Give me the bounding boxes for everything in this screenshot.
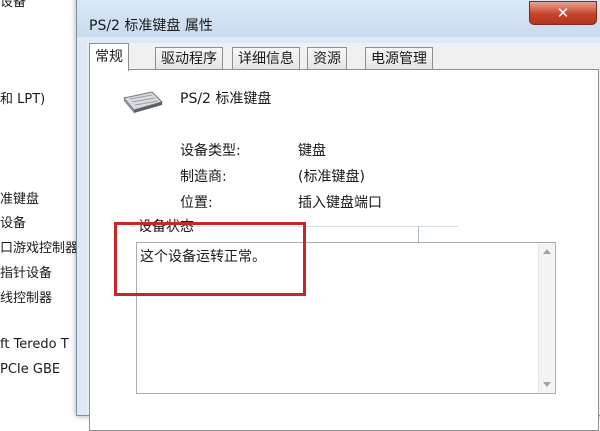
device-status-textbox[interactable]: 这个设备运转正常。 (136, 242, 556, 394)
location-value: 插入键盘端口 (298, 195, 382, 211)
general-tab-panel: PS/2 标准键盘 设备类型: 键盘 制造商: (标准键盘) 位置: 插入键盘端… (89, 69, 599, 431)
keyboard-icon (123, 91, 163, 113)
close-icon: ✕ (556, 4, 570, 22)
list-item[interactable]: 指针设备 (0, 262, 52, 281)
close-button[interactable]: ✕ (529, 1, 597, 25)
device-type-label: 设备类型: (180, 143, 241, 159)
tab-power-management[interactable]: 电源管理 (365, 47, 433, 70)
list-item[interactable]: 准键盘 (0, 188, 39, 207)
manufacturer-label: 制造商: (180, 169, 227, 185)
tab-label: 驱动程序 (161, 51, 217, 67)
list-item[interactable]: 线控制器 (0, 287, 52, 306)
tab-label: 常规 (95, 49, 123, 65)
title-bar[interactable]: PS/2 标准键盘 属性 ✕ (77, 0, 600, 37)
tab-label: 电源管理 (371, 51, 427, 67)
dialog-title: PS/2 标准键盘 属性 (89, 18, 213, 34)
location-label: 位置: (180, 195, 213, 211)
scroll-up-icon[interactable] (543, 249, 551, 254)
list-item[interactable]: ft Teredo T (0, 337, 69, 352)
vertical-scrollbar[interactable] (538, 243, 555, 393)
list-item[interactable]: 口游戏控制器 (0, 237, 78, 256)
scroll-down-icon[interactable] (543, 382, 551, 387)
device-type-value: 键盘 (298, 143, 326, 159)
list-item[interactable]: 设备 (0, 0, 26, 10)
tab-resources[interactable]: 资源 (307, 47, 347, 70)
tab-details[interactable]: 详细信息 (232, 47, 300, 70)
list-item[interactable]: PCIe GBE (0, 362, 60, 377)
background-device-list: 设备 和 LPT) 准键盘 设备 口游戏控制器 指针设备 线控制器 ft Ter… (0, 0, 80, 400)
device-status-text: 这个设备运转正常。 (140, 249, 266, 265)
tab-label: 详细信息 (238, 51, 294, 67)
manufacturer-value: (标准键盘) (298, 169, 365, 185)
list-item[interactable]: 和 LPT) (0, 88, 45, 107)
device-name: PS/2 标准键盘 (180, 91, 272, 107)
properties-dialog: PS/2 标准键盘 属性 ✕ 常规 驱动程序 详细信息 资源 电源管理 PS/2… (76, 0, 600, 431)
tab-driver[interactable]: 驱动程序 (155, 47, 223, 70)
list-item[interactable]: 设备 (0, 212, 26, 231)
dialog-client-area: 常规 驱动程序 详细信息 资源 电源管理 PS/2 标准键盘 设备类型: 键盘 … (87, 43, 600, 431)
device-status-legend: 设备状态 (136, 216, 196, 236)
tab-general[interactable]: 常规 (89, 43, 129, 71)
tab-label: 资源 (313, 51, 341, 67)
